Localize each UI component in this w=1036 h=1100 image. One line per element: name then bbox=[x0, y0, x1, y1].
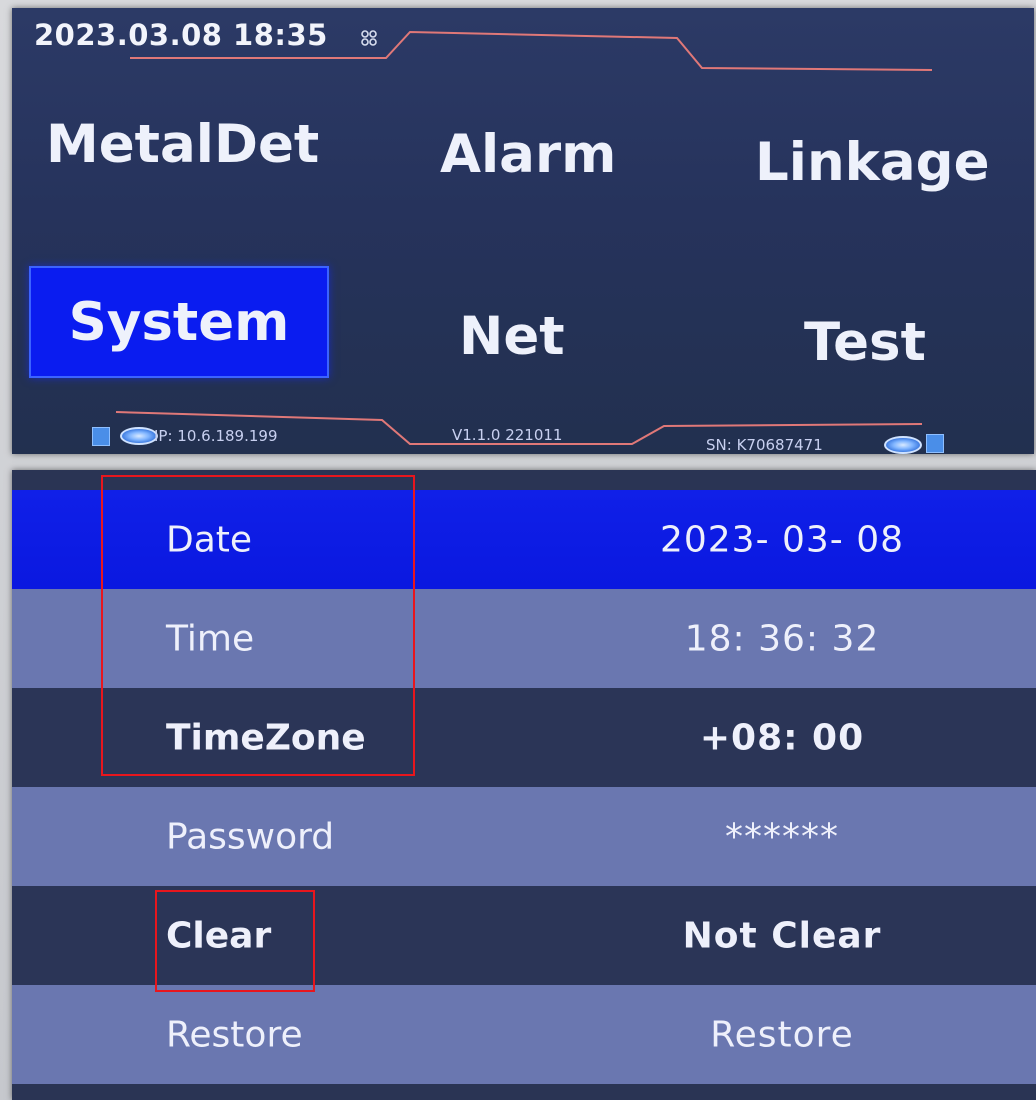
settings-row-timezone[interactable]: TimeZone +08: 00 bbox=[12, 688, 1036, 787]
serial-number: SN: K70687471 bbox=[706, 436, 823, 454]
row-label: TimeZone bbox=[166, 717, 366, 758]
square-icon bbox=[926, 434, 944, 453]
photo-composite: 2023.03.08 18:35 MetalDet Alarm Linkage … bbox=[0, 0, 1036, 1100]
firmware-version: V1.1.0 221011 bbox=[452, 426, 563, 444]
settings-row-date[interactable]: Date 2023- 03- 08 bbox=[12, 490, 1036, 589]
datetime-display: 2023.03.08 18:35 bbox=[34, 18, 328, 52]
settings-row-clear[interactable]: Clear Not Clear bbox=[12, 886, 1036, 985]
signal-icon bbox=[361, 30, 377, 46]
row-label: Clear bbox=[166, 915, 272, 956]
menu-item-alarm[interactable]: Alarm bbox=[440, 128, 616, 181]
row-value: 2023- 03- 08 bbox=[659, 519, 905, 560]
menu-item-system-label: System bbox=[68, 291, 290, 353]
system-settings-screen: Date 2023- 03- 08 Time 18: 36: 32 TimeZo… bbox=[12, 470, 1036, 1100]
settings-row-restore[interactable]: Restore Restore bbox=[12, 985, 1036, 1084]
row-value: ****** bbox=[725, 816, 839, 857]
menu-item-linkage[interactable]: Linkage bbox=[755, 136, 990, 189]
row-value: Not Clear bbox=[682, 915, 882, 956]
row-label: Restore bbox=[166, 1014, 303, 1055]
row-value: Restore bbox=[710, 1014, 854, 1055]
row-label: Password bbox=[166, 816, 335, 857]
menu-item-test[interactable]: Test bbox=[804, 316, 926, 369]
ip-address: IP: 10.6.189.199 bbox=[154, 427, 278, 445]
square-icon bbox=[92, 427, 110, 446]
menu-item-metaldet[interactable]: MetalDet bbox=[46, 118, 319, 171]
main-menu-screen: 2023.03.08 18:35 MetalDet Alarm Linkage … bbox=[12, 8, 1034, 454]
settings-row-password[interactable]: Password ****** bbox=[12, 787, 1036, 886]
row-label: Date bbox=[166, 519, 253, 560]
menu-item-net[interactable]: Net bbox=[459, 310, 565, 363]
row-value: 18: 36: 32 bbox=[684, 618, 880, 659]
eye-icon bbox=[120, 427, 158, 445]
row-label: Time bbox=[166, 618, 255, 659]
menu-item-system[interactable]: System bbox=[29, 266, 329, 378]
status-bar: 2023.03.08 18:35 bbox=[12, 8, 1034, 68]
row-value: +08: 00 bbox=[699, 717, 865, 758]
eye-icon bbox=[884, 436, 922, 454]
header-decoration bbox=[115, 30, 933, 445]
settings-row-time[interactable]: Time 18: 36: 32 bbox=[12, 589, 1036, 688]
